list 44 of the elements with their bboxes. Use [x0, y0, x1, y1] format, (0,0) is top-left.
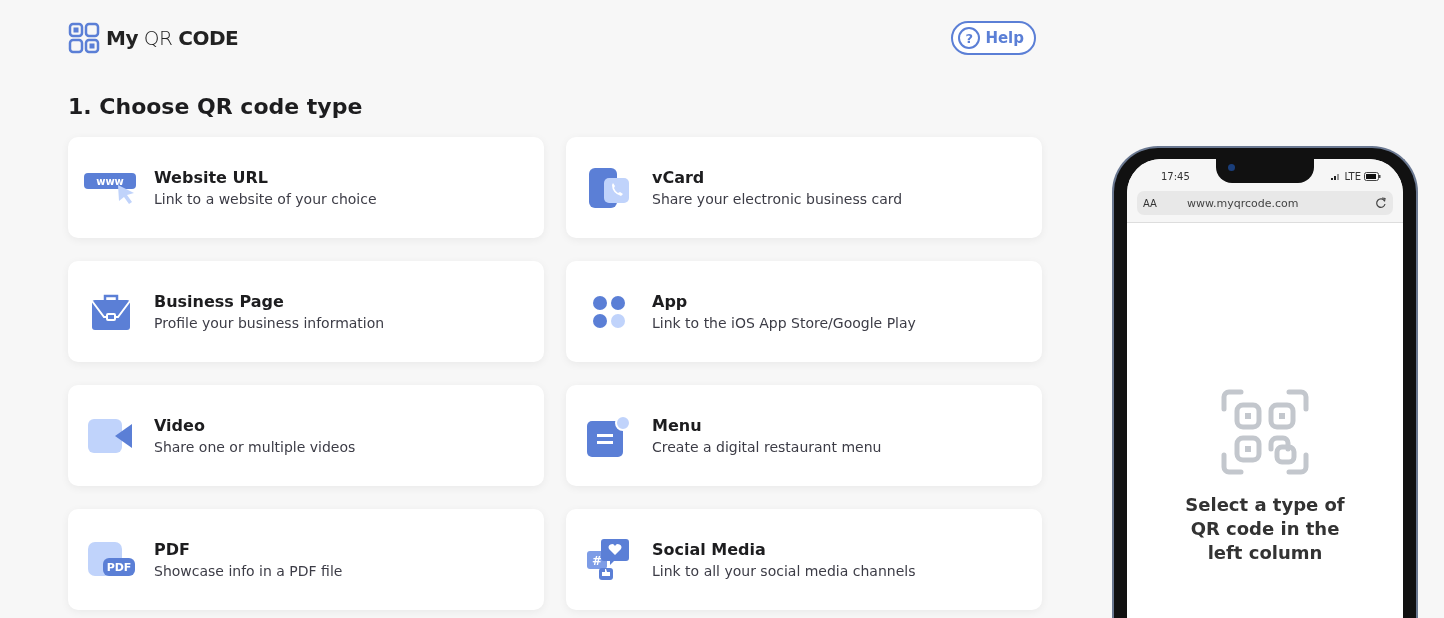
menu-list-icon [587, 414, 631, 457]
qr-type-card[interactable]: vCard Share your electronic business card [566, 137, 1042, 238]
card-title: Video [154, 416, 206, 435]
card-title: Website URL [154, 168, 269, 187]
card-title: Social Media [652, 540, 767, 559]
card-title: App [652, 292, 689, 311]
phone-card-icon [588, 166, 630, 209]
qr-code-icon [1221, 389, 1309, 475]
four-dots-icon [592, 294, 626, 329]
card-description: Share your electronic business card [652, 191, 903, 207]
network-label: LTE [1344, 170, 1361, 182]
qr-type-card[interactable]: App Link to the iOS App Store/Google Play [566, 261, 1042, 362]
card-title: Business Page [154, 292, 285, 311]
signal-icon [1331, 172, 1342, 180]
card-title: Menu [652, 416, 703, 435]
status-time: 17:45 [1161, 170, 1190, 182]
battery-icon [1364, 171, 1381, 181]
qr-type-card[interactable]: PDF PDF Showcase info in a PDF file [68, 509, 544, 610]
qr-type-card[interactable]: www Website URL Link to a website of your choice [68, 137, 544, 238]
video-camera-icon [88, 417, 134, 454]
card-description: Link to the iOS App Store/Google Play [652, 315, 916, 331]
url-text: www.myqrcode.com [1186, 196, 1300, 210]
help-icon: ? [958, 27, 981, 49]
qr-logo-icon [68, 22, 100, 54]
help-button[interactable]: ? Help [951, 21, 1036, 55]
card-title: PDF [154, 540, 191, 559]
card-description: Create a digital restaurant menu [652, 439, 882, 455]
qr-type-card[interactable]: # Social Media Link to all your social media channels [566, 509, 1042, 610]
card-description: Link to all your social media channels [652, 563, 916, 579]
briefcase-icon [90, 292, 132, 331]
text-size-label: AA [1143, 197, 1157, 209]
reload-icon[interactable] [1375, 197, 1387, 209]
section-heading: 1. Choose QR code type [68, 94, 364, 119]
logo-text: My QR CODE [106, 26, 239, 50]
empty-state-message: Select a type of QR code in the left column [1184, 493, 1346, 565]
card-description: Link to a website of your choice [154, 191, 377, 207]
address-bar[interactable]: AA www.myqrcode.com [1137, 191, 1393, 215]
qr-type-card[interactable]: Menu Create a digital restaurant menu [566, 385, 1042, 486]
qr-type-card[interactable]: Video Share one or multiple videos [68, 385, 544, 486]
qr-type-card[interactable]: Business Page Profile your business information [68, 261, 544, 362]
card-title: vCard [652, 168, 706, 187]
card-description: Showcase info in a PDF file [154, 563, 343, 579]
card-description: Share one or multiple videos [154, 439, 356, 455]
card-description: Profile your business information [154, 315, 385, 331]
